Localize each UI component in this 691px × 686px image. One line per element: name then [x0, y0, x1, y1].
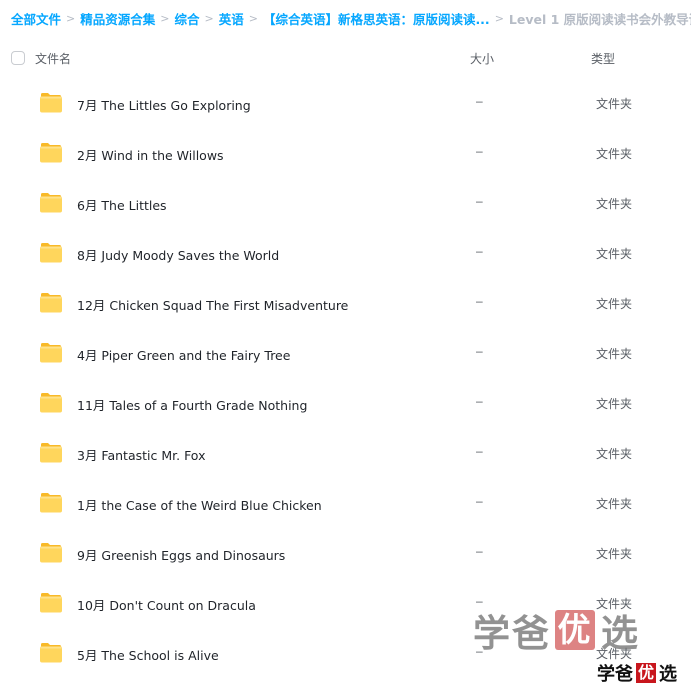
file-size: –	[476, 344, 483, 358]
folder-icon	[40, 543, 62, 563]
file-type: 文件夹	[596, 297, 633, 311]
file-name[interactable]: 3月 Fantastic Mr. Fox	[77, 445, 205, 464]
breadcrumb-item-general[interactable]: 综合	[174, 9, 199, 28]
breadcrumb-item-current: Level 1 原版阅读读书会外教导读录播课	[508, 11, 691, 27]
file-type: 文件夹	[596, 197, 633, 211]
file-name[interactable]: 1月 the Case of the Weird Blue Chicken	[77, 495, 322, 514]
file-row[interactable]: 2月 Wind in the Willows – 文件夹	[0, 128, 691, 178]
file-row[interactable]: 4月 Piper Green and the Fairy Tree – 文件夹	[0, 328, 691, 378]
folder-icon	[40, 193, 62, 213]
breadcrumb-item-english[interactable]: 英语	[219, 9, 244, 28]
file-size: –	[476, 144, 483, 158]
folder-icon	[40, 493, 62, 513]
file-row[interactable]: 1月 the Case of the Weird Blue Chicken – …	[0, 478, 691, 528]
breadcrumb-item-course[interactable]: 【综合英语】新格思英语：原版阅读读...	[263, 9, 490, 28]
file-row[interactable]: 10月 Don't Count on Dracula – 文件夹	[0, 578, 691, 628]
breadcrumb-separator: >	[66, 11, 76, 25]
file-name[interactable]: 12月 Chicken Squad The First Misadventure	[77, 295, 348, 314]
file-size: –	[476, 594, 483, 608]
file-type: 文件夹	[596, 447, 633, 461]
folder-icon	[40, 343, 62, 363]
folder-icon	[40, 93, 62, 113]
breadcrumb-item-collection[interactable]: 精品资源合集	[80, 9, 155, 28]
file-row[interactable]: 11月 Tales of a Fourth Grade Nothing – 文件…	[0, 378, 691, 428]
file-type: 文件夹	[596, 347, 633, 361]
file-size: –	[476, 644, 483, 658]
column-header-size[interactable]: 大小	[470, 50, 494, 67]
file-size: –	[476, 294, 483, 308]
file-row[interactable]: 9月 Greenish Eggs and Dinosaurs – 文件夹	[0, 528, 691, 578]
file-name[interactable]: 4月 Piper Green and the Fairy Tree	[77, 345, 290, 364]
file-type: 文件夹	[596, 397, 633, 411]
file-name[interactable]: 6月 The Littles	[77, 195, 167, 214]
file-row[interactable]: 8月 Judy Moody Saves the World – 文件夹	[0, 228, 691, 278]
file-type: 文件夹	[596, 247, 633, 261]
file-type: 文件夹	[596, 597, 633, 611]
folder-icon	[40, 143, 62, 163]
file-type: 文件夹	[596, 147, 633, 161]
breadcrumb-separator: >	[494, 11, 504, 25]
file-size: –	[476, 194, 483, 208]
file-type: 文件夹	[596, 97, 633, 111]
file-name[interactable]: 11月 Tales of a Fourth Grade Nothing	[77, 395, 307, 414]
file-size: –	[476, 444, 483, 458]
select-all-checkbox[interactable]	[11, 51, 25, 65]
folder-icon	[40, 593, 62, 613]
file-row[interactable]: 6月 The Littles – 文件夹	[0, 178, 691, 228]
file-list: 7月 The Littles Go Exploring – 文件夹 2月 Win…	[0, 78, 691, 678]
file-row[interactable]: 12月 Chicken Squad The First Misadventure…	[0, 278, 691, 328]
breadcrumb: 全部文件 > 精品资源合集 > 综合 > 英语 > 【综合英语】新格思英语：原版…	[11, 9, 691, 27]
file-row[interactable]: 5月 The School is Alive – 文件夹	[0, 628, 691, 678]
file-row[interactable]: 7月 The Littles Go Exploring – 文件夹	[0, 78, 691, 128]
column-header-type[interactable]: 类型	[591, 50, 615, 67]
folder-icon	[40, 393, 62, 413]
file-name[interactable]: 9月 Greenish Eggs and Dinosaurs	[77, 545, 285, 564]
file-name[interactable]: 7月 The Littles Go Exploring	[77, 95, 251, 114]
file-list-header: 文件名 大小 类型	[0, 46, 691, 70]
folder-icon	[40, 293, 62, 313]
file-name[interactable]: 5月 The School is Alive	[77, 645, 219, 664]
breadcrumb-separator: >	[248, 11, 258, 25]
column-header-name[interactable]: 文件名	[35, 50, 71, 67]
breadcrumb-separator: >	[204, 11, 214, 25]
file-row[interactable]: 3月 Fantastic Mr. Fox – 文件夹	[0, 428, 691, 478]
file-name[interactable]: 8月 Judy Moody Saves the World	[77, 245, 279, 264]
file-size: –	[476, 494, 483, 508]
file-type: 文件夹	[596, 497, 633, 511]
folder-icon	[40, 643, 62, 663]
file-type: 文件夹	[596, 547, 633, 561]
breadcrumb-separator: >	[160, 11, 170, 25]
file-type: 文件夹	[596, 647, 633, 661]
breadcrumb-item-all-files[interactable]: 全部文件	[11, 9, 61, 28]
file-name[interactable]: 2月 Wind in the Willows	[77, 145, 224, 164]
file-size: –	[476, 544, 483, 558]
folder-icon	[40, 443, 62, 463]
file-name[interactable]: 10月 Don't Count on Dracula	[77, 595, 256, 614]
folder-icon	[40, 243, 62, 263]
file-size: –	[476, 244, 483, 258]
file-size: –	[476, 394, 483, 408]
file-size: –	[476, 94, 483, 108]
